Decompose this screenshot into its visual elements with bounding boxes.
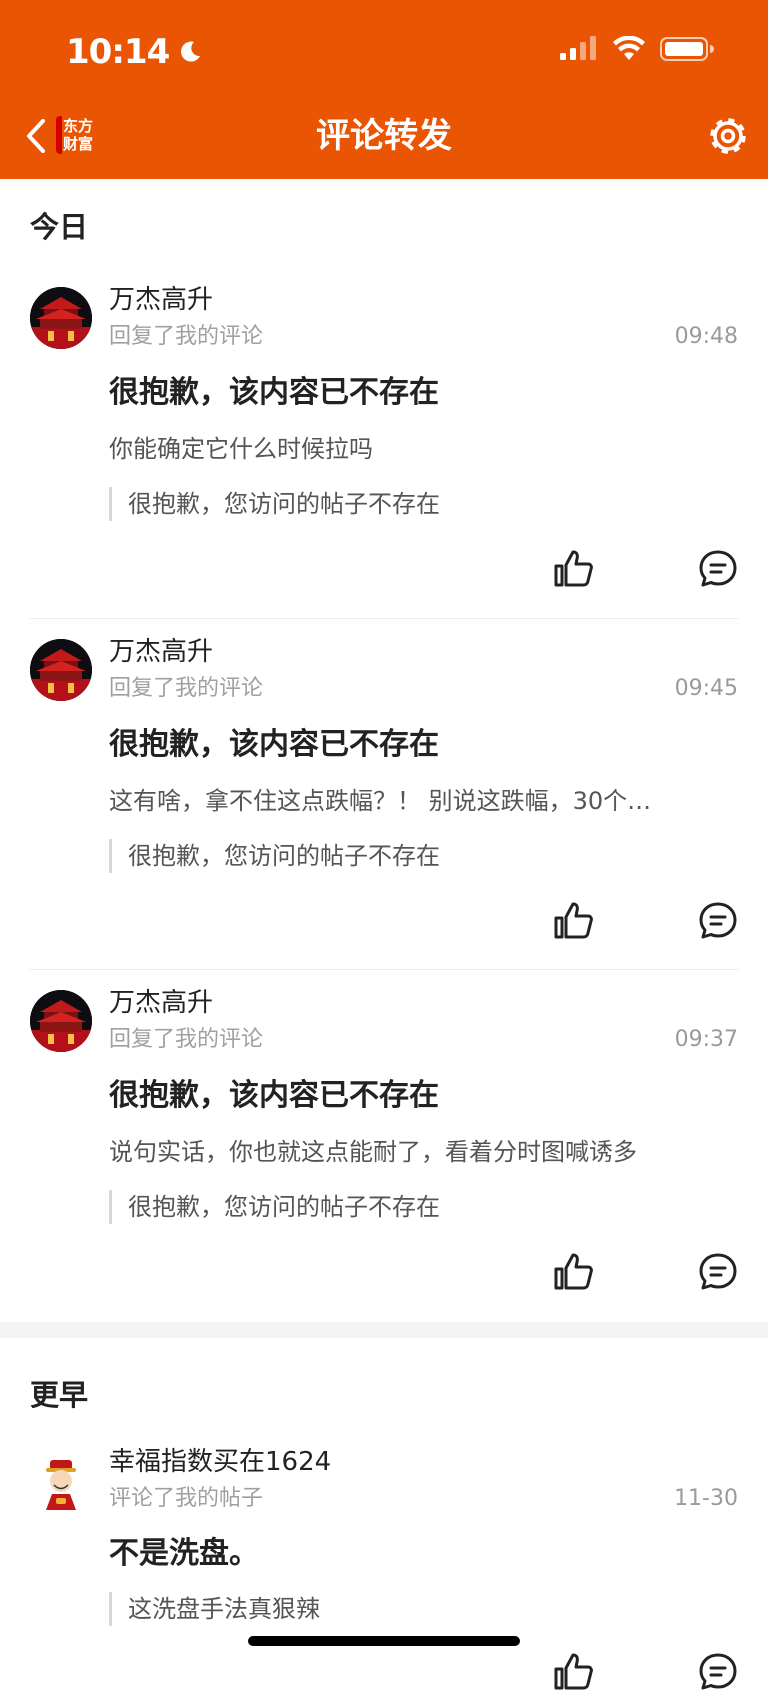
thumbs-up-icon xyxy=(554,902,593,939)
settings-gear-icon xyxy=(710,118,746,154)
avatar-tower-image xyxy=(30,639,92,701)
comment-card[interactable]: 万杰高升 回复了我的评论 09:37 很抱歉，该内容已不存在 说句实话，你也就这… xyxy=(0,982,768,1321)
username[interactable]: 万杰高升 xyxy=(109,985,213,1021)
action-label: 回复了我的评论 xyxy=(109,676,264,701)
comment-card[interactable]: 万杰高升 回复了我的评论 09:45 很抱歉，该内容已不存在 这有啥，拿不住这点… xyxy=(0,631,768,970)
action-label: 回复了我的评论 xyxy=(109,1027,264,1052)
home-indicator[interactable] xyxy=(248,1636,520,1646)
comment-card[interactable]: 幸福指数买在1624 评论了我的帖子 11-30 不是洗盘。 这洗盘手法真狠辣 xyxy=(0,1442,768,1690)
section-title-earlier: 更早 xyxy=(30,1378,89,1412)
username[interactable]: 万杰高升 xyxy=(109,282,213,318)
avatar-tower-image xyxy=(30,287,92,349)
comment-headline[interactable]: 不是洗盘。 xyxy=(109,1532,259,1576)
username[interactable]: 幸福指数买在1624 xyxy=(109,1444,331,1480)
user-avatar[interactable] xyxy=(30,990,92,1052)
reply-text[interactable]: 你能确定它什么时候拉吗 xyxy=(109,431,719,467)
settings-button[interactable] xyxy=(704,112,752,160)
reply-text[interactable]: 这有啥，拿不住这点跌幅？！ 别说这跌幅，30个… xyxy=(109,783,719,819)
timestamp: 09:37 xyxy=(674,1027,738,1052)
comment-bubble-icon xyxy=(699,550,737,587)
comment-headline[interactable]: 很抱歉，该内容已不存在 xyxy=(109,1074,439,1118)
comment-headline[interactable]: 很抱歉，该内容已不存在 xyxy=(109,371,439,415)
comment-bubble-icon xyxy=(699,1653,737,1690)
comment-bubble-icon xyxy=(699,902,737,939)
timestamp: 09:48 xyxy=(674,324,738,349)
thumbs-up-icon xyxy=(554,1253,593,1290)
like-button[interactable] xyxy=(552,1650,596,1694)
timestamp: 11-30 xyxy=(674,1486,738,1511)
like-button[interactable] xyxy=(552,1250,596,1294)
reply-text[interactable]: 说句实话，你也就这点能耐了，看着分时图喊诱多 xyxy=(109,1134,719,1170)
top-bar: 10:14 东方 财富 评论转发 xyxy=(0,0,768,179)
quoted-post[interactable]: 很抱歉，您访问的帖子不存在 xyxy=(109,1190,440,1224)
comment-headline[interactable]: 很抱歉，该内容已不存在 xyxy=(109,723,439,767)
action-label: 评论了我的帖子 xyxy=(109,1486,264,1511)
card-divider xyxy=(30,969,738,970)
action-label: 回复了我的评论 xyxy=(109,324,264,349)
page-title: 评论转发 xyxy=(316,116,452,156)
status-time-text: 10:14 xyxy=(66,32,170,72)
like-button[interactable] xyxy=(552,547,596,591)
card-divider xyxy=(30,618,738,619)
status-time: 10:14 xyxy=(66,28,203,76)
user-avatar[interactable] xyxy=(30,639,92,701)
wifi-icon xyxy=(613,36,645,60)
thumbs-up-icon xyxy=(554,1653,593,1690)
timestamp: 09:45 xyxy=(674,676,738,701)
status-indicators xyxy=(560,36,714,62)
thumbs-up-icon xyxy=(554,550,593,587)
comment-card[interactable]: 万杰高升 回复了我的评论 09:48 很抱歉，该内容已不存在 你能确定它什么时候… xyxy=(0,279,768,618)
username[interactable]: 万杰高升 xyxy=(109,634,213,670)
signal-icon xyxy=(560,36,596,60)
section-separator xyxy=(0,1322,768,1338)
avatar-fortune-god-image xyxy=(30,1454,92,1516)
reply-button[interactable] xyxy=(696,1650,740,1694)
comment-bubble-icon xyxy=(699,1253,737,1290)
user-avatar[interactable] xyxy=(30,287,92,349)
battery-icon xyxy=(660,37,714,61)
reply-button[interactable] xyxy=(696,1250,740,1294)
reply-button[interactable] xyxy=(696,547,740,591)
user-avatar[interactable] xyxy=(30,1454,92,1516)
avatar-tower-image xyxy=(30,990,92,1052)
section-title-today: 今日 xyxy=(30,210,89,244)
reply-button[interactable] xyxy=(696,899,740,943)
like-button[interactable] xyxy=(552,899,596,943)
quoted-post[interactable]: 很抱歉，您访问的帖子不存在 xyxy=(109,839,440,873)
quoted-post[interactable]: 这洗盘手法真狠辣 xyxy=(109,1592,320,1626)
moon-icon xyxy=(181,41,201,62)
quoted-post[interactable]: 很抱歉，您访问的帖子不存在 xyxy=(109,487,440,521)
